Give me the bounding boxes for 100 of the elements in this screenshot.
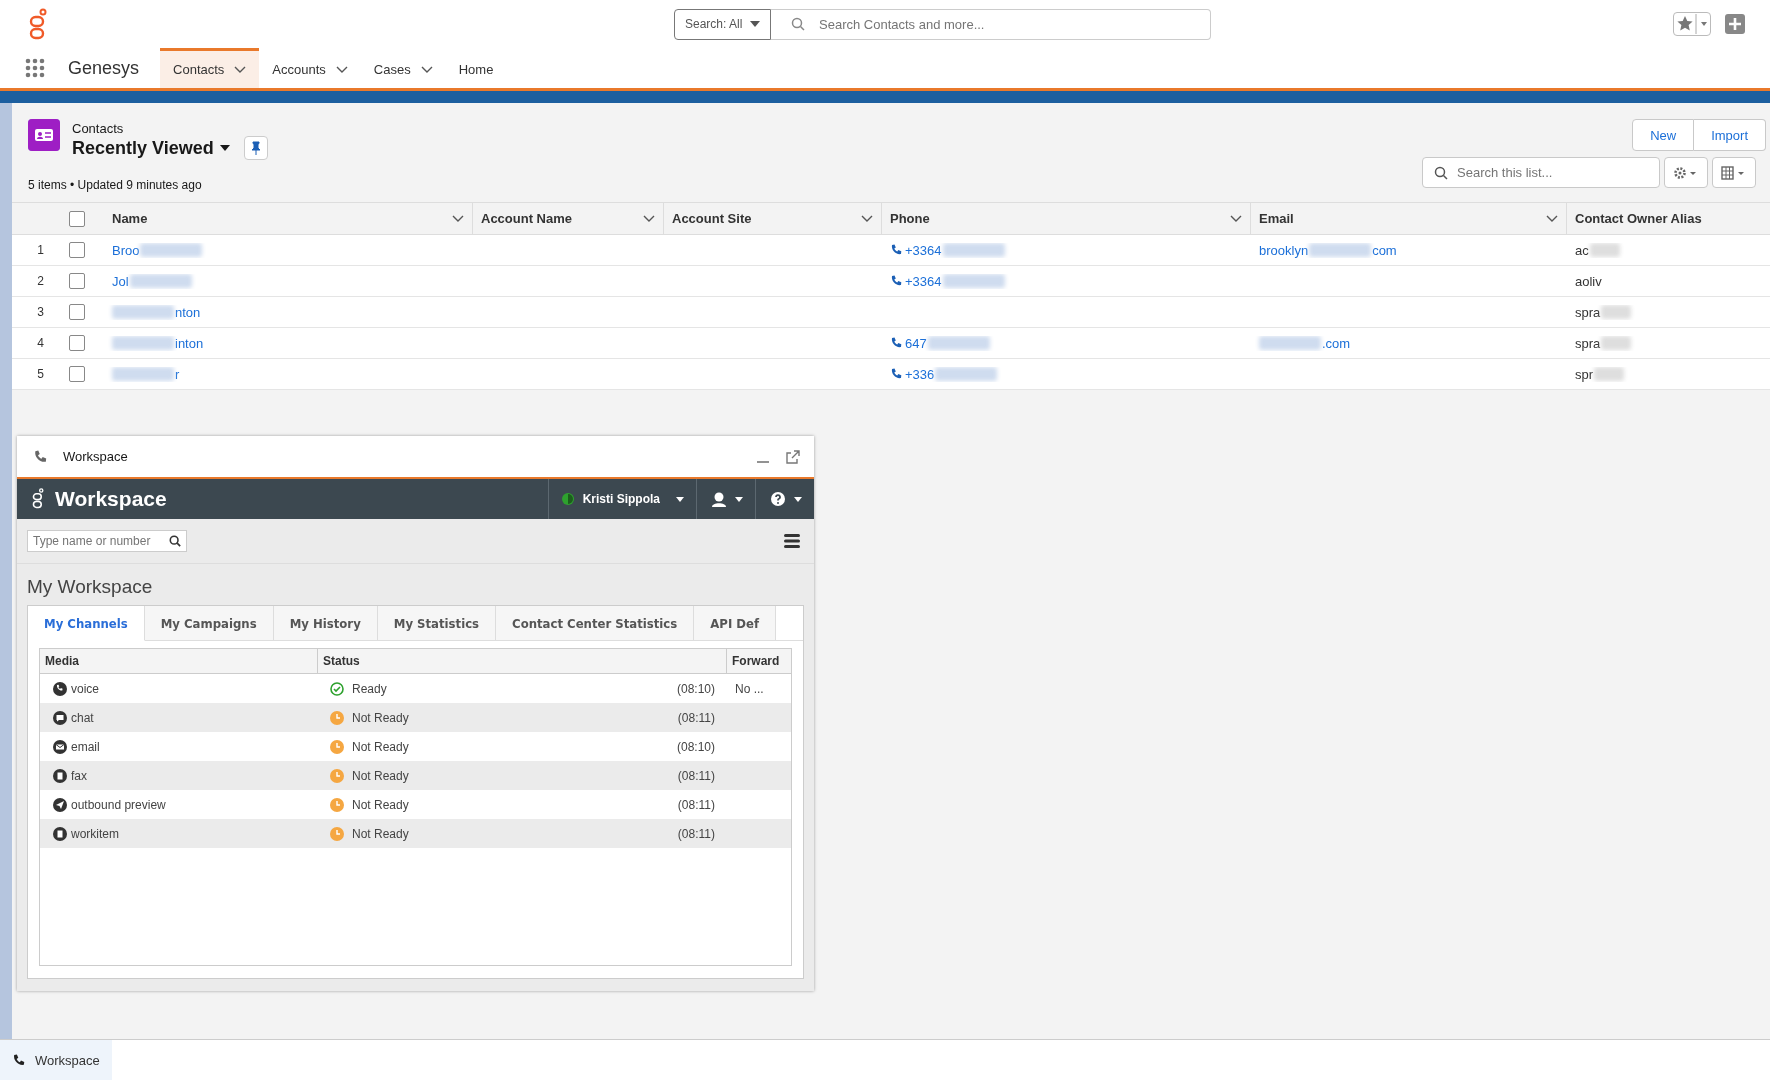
media-name: fax [71, 768, 87, 783]
chevron-icon [643, 214, 655, 223]
phone-icon [12, 1053, 25, 1067]
favorites-button[interactable] [1673, 12, 1711, 36]
status-duration: (08:11) [677, 768, 715, 783]
redacted-blur [1601, 305, 1632, 319]
contact-link[interactable]: r [175, 366, 180, 382]
channel-tab[interactable]: Contact Center Statistics [496, 606, 695, 641]
pin-button[interactable] [243, 136, 268, 160]
cell-text: spr [1575, 366, 1594, 382]
nav-tab[interactable]: Contacts [160, 48, 260, 88]
redacted-blur [112, 305, 174, 319]
row-checkbox[interactable] [69, 366, 85, 382]
workspace-heading: My Workspace [27, 576, 154, 598]
column-header: Media [45, 654, 79, 668]
contact-link[interactable]: +336 [905, 366, 935, 382]
column-header[interactable]: Account Site [664, 203, 882, 234]
gear-icon [1673, 165, 1699, 180]
phone-icon [890, 244, 902, 256]
status-duration: (08:11) [677, 797, 715, 812]
list-action-button[interactable]: New [1632, 119, 1695, 151]
row-checkbox[interactable] [69, 242, 85, 258]
phone-icon [890, 275, 902, 287]
contact-link[interactable]: 647 [905, 335, 927, 351]
nav-tab[interactable]: Accounts [259, 48, 361, 88]
column-header[interactable]: Contact Owner Alias [1567, 203, 1770, 234]
channel-status: Not Ready [352, 768, 409, 783]
contact-link[interactable]: brooklyn [1259, 242, 1309, 258]
nav-tab[interactable]: Cases [360, 48, 446, 88]
select-all-checkbox[interactable] [69, 210, 85, 227]
column-header[interactable]: Email [1251, 203, 1567, 234]
chevron-icon [861, 214, 873, 223]
list-search-field[interactable]: Search this list... [1422, 157, 1660, 188]
redacted-blur [1594, 367, 1625, 381]
global-search-field[interactable]: Search Contacts and more... [771, 8, 1211, 40]
cell-text: ac [1575, 242, 1589, 258]
popout-icon[interactable] [786, 449, 800, 464]
contact-link[interactable]: .com [1322, 335, 1351, 351]
channel-status: Not Ready [352, 739, 409, 754]
list-view-selector[interactable]: Recently Viewed [72, 137, 230, 159]
status-duration: (08:10) [676, 681, 715, 696]
utility-bar-tab[interactable]: Workspace [0, 1040, 112, 1080]
workspace-brand: Workspace [55, 487, 167, 511]
status-dot-icon [560, 492, 575, 506]
search-scope-dropdown[interactable]: Search: All [674, 8, 771, 40]
redacted-blur [942, 274, 1005, 288]
row-checkbox[interactable] [69, 335, 85, 351]
column-header[interactable]: Name [104, 203, 473, 234]
row-checkbox[interactable] [69, 273, 85, 289]
list-summary: 5 items • Updated 9 minutes ago [28, 178, 203, 192]
contact-card-icon [28, 119, 60, 151]
logo-icon [31, 488, 45, 510]
contact-search-field[interactable]: Type name or number [27, 530, 187, 552]
menu-icon[interactable] [784, 534, 800, 548]
status-duration: (08:10) [676, 739, 715, 754]
column-header[interactable]: Account Name [473, 203, 664, 234]
chevron-icon [1230, 214, 1242, 223]
person-icon [711, 491, 727, 507]
contact-link[interactable]: +3364 [905, 273, 942, 289]
contact-link[interactable]: +3364 [905, 242, 942, 258]
channel-tab[interactable]: My Statistics [377, 606, 497, 641]
channel-status: Not Ready [352, 826, 409, 841]
panel-title: Workspace [63, 449, 128, 464]
channel-status: Not Ready [352, 797, 409, 812]
row-number: 3 [37, 305, 44, 319]
contact-link[interactable]: Broo [112, 242, 140, 258]
cell-text: spra [1575, 304, 1601, 320]
media-name: chat [71, 710, 94, 725]
media-name: email [71, 739, 100, 754]
list-action-button[interactable]: Import [1694, 119, 1766, 151]
document-icon [53, 826, 67, 841]
redacted-blur [1589, 243, 1620, 257]
column-header[interactable]: Phone [882, 203, 1251, 234]
pin-icon [250, 141, 261, 155]
channel-status: Ready [352, 681, 387, 696]
column-header: Forward [732, 654, 780, 668]
channel-tab[interactable]: My Campaigns [144, 606, 274, 641]
redacted-blur [935, 367, 998, 381]
contact-link[interactable]: inton [175, 335, 204, 351]
contact-link[interactable]: nton [175, 304, 201, 320]
app-launcher-icon[interactable] [25, 58, 45, 78]
forward-value: No ... [735, 681, 764, 696]
redacted-blur [140, 243, 203, 257]
channel-tab[interactable]: API Def [694, 606, 777, 641]
status-duration: (08:11) [677, 826, 715, 841]
redacted-blur [129, 274, 192, 288]
chat-icon [53, 710, 67, 725]
row-checkbox[interactable] [69, 304, 85, 320]
app-name: Genesys [68, 57, 140, 79]
phone-icon [53, 681, 67, 696]
logo-icon [28, 8, 48, 42]
channel-tab[interactable]: My History [273, 606, 378, 641]
display-as-button[interactable] [1712, 157, 1756, 188]
table-icon [1721, 165, 1747, 180]
nav-tab[interactable]: Home [445, 48, 507, 88]
list-settings-button[interactable] [1664, 157, 1708, 188]
contact-link[interactable]: com [1372, 242, 1397, 258]
contact-link[interactable]: Jol [112, 273, 129, 289]
add-icon[interactable] [1725, 14, 1745, 34]
status-duration: (08:11) [677, 710, 715, 725]
